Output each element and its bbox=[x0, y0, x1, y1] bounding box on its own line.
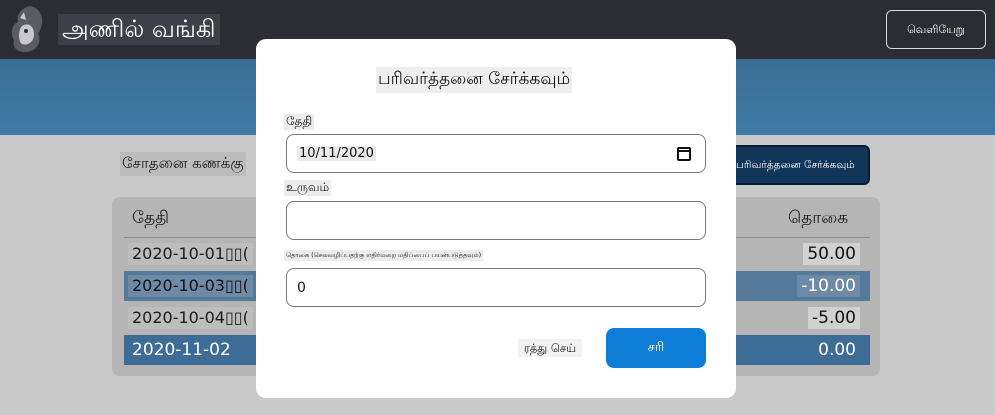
row-amount: -5.00 bbox=[808, 307, 860, 329]
column-header-date: தேதி bbox=[132, 208, 170, 228]
date-value: 10/11/2020 bbox=[297, 146, 376, 161]
row-amount: 0.00 bbox=[818, 340, 856, 360]
squirrel-logo-icon bbox=[11, 6, 43, 53]
row-date: 2020-10-04▯▯( bbox=[128, 307, 253, 329]
object-label: உருவம் bbox=[284, 180, 332, 196]
row-date: 2020-10-03▯▯( bbox=[128, 275, 253, 297]
row-date: 2020-10-01▯▯( bbox=[128, 243, 253, 265]
account-title: சோதனை கணக்கு bbox=[120, 152, 246, 176]
date-label: தேதி bbox=[284, 114, 315, 130]
calendar-icon[interactable] bbox=[677, 147, 691, 161]
ok-button[interactable]: சரி bbox=[606, 328, 706, 368]
app-title: அணில் வங்கி bbox=[58, 14, 220, 45]
add-transaction-dialog: பரிவர்த்தனை சேர்க்கவும் தேதி 10/11/2020 … bbox=[256, 39, 736, 398]
row-amount: 50.00 bbox=[803, 243, 860, 265]
amount-input[interactable]: 0 bbox=[286, 268, 706, 307]
column-header-amount: தொகை bbox=[788, 208, 849, 228]
object-input[interactable] bbox=[286, 201, 706, 240]
amount-label: தொகை (செலவழிப்பதற்கு எதிர்மறை மதிப்பைப் … bbox=[284, 250, 484, 261]
logout-button[interactable]: வெளியேறு bbox=[886, 10, 986, 49]
row-amount: -10.00 bbox=[797, 275, 860, 297]
amount-value: 0 bbox=[297, 280, 306, 296]
row-date: 2020-11-02 bbox=[132, 340, 231, 360]
date-input[interactable]: 10/11/2020 bbox=[286, 134, 706, 173]
cancel-button[interactable]: ரத்து செய் bbox=[518, 339, 582, 357]
add-transaction-button[interactable]: பரிவர்த்தனை சேர்க்கவும் bbox=[720, 145, 870, 185]
dialog-title: பரிவர்த்தனை சேர்க்கவும் bbox=[376, 67, 573, 93]
